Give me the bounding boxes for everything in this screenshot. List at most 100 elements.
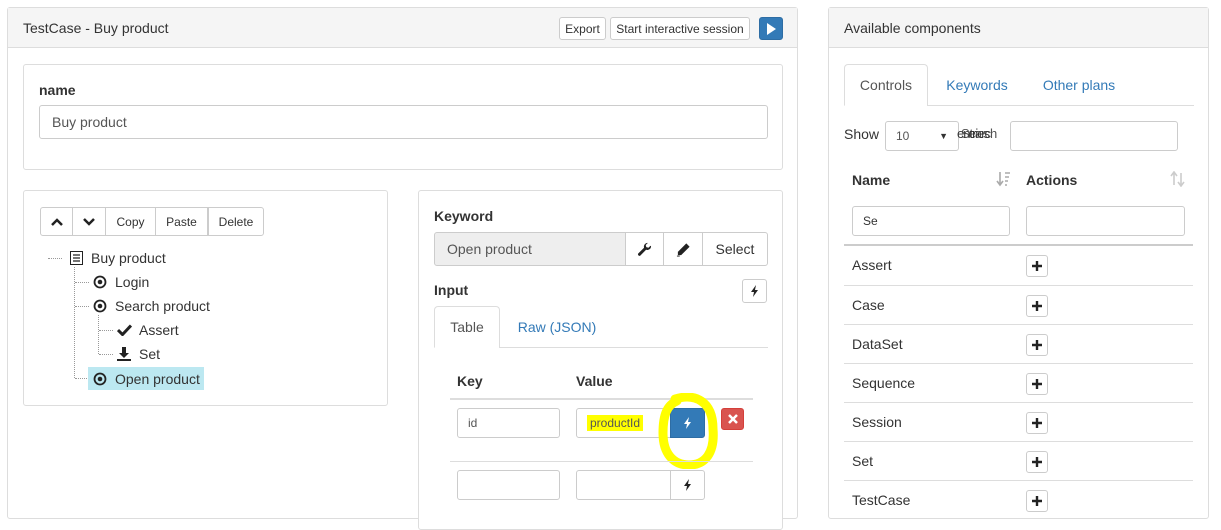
name-filter-input[interactable]: Se	[852, 206, 1010, 236]
chevron-up-icon	[50, 217, 63, 226]
tree-item-open-product[interactable]: Open product	[88, 367, 204, 390]
tree-label: Open product	[115, 370, 200, 387]
components-panel-heading: Available components	[829, 8, 1208, 48]
radio-dot-icon	[92, 299, 108, 313]
new-key-input[interactable]	[457, 470, 560, 500]
keyword-box: Keyword Open product Select Input Table …	[418, 190, 783, 530]
tree-box: Copy Paste Delete Buy product Login Sear…	[23, 190, 388, 406]
pencil-icon	[676, 242, 690, 257]
tree-item-assert[interactable]: Assert	[116, 319, 179, 341]
tab-other-plans[interactable]: Other plans	[1028, 64, 1130, 106]
download-icon	[116, 347, 132, 361]
keyword-input: Open product	[434, 232, 626, 266]
component-name: Set	[852, 453, 874, 469]
tab-keywords[interactable]: Keywords	[932, 64, 1022, 106]
key-input[interactable]: id	[457, 408, 560, 438]
tab-raw-json[interactable]: Raw (JSON)	[505, 306, 609, 348]
dynamic-input-button[interactable]	[742, 279, 767, 303]
panel-title: TestCase - Buy product	[23, 20, 169, 36]
export-button[interactable]: Export	[559, 17, 606, 40]
input-label: Input	[434, 282, 469, 298]
component-row: Case	[844, 285, 1193, 324]
remove-row-button[interactable]	[721, 408, 744, 430]
tree-item-set[interactable]: Set	[116, 343, 160, 365]
add-component-button[interactable]	[1026, 451, 1048, 473]
tree-label: Set	[139, 346, 161, 362]
tree-connector	[74, 267, 75, 378]
testcase-panel-heading: TestCase - Buy product Export Start inte…	[8, 8, 797, 48]
plus-icon	[1032, 457, 1042, 467]
play-icon	[767, 22, 776, 35]
component-row: DataSet	[844, 324, 1193, 363]
select-keyword-button[interactable]: Select	[702, 232, 768, 266]
plus-icon	[1032, 301, 1042, 311]
chevron-down-icon	[83, 217, 95, 226]
flash-icon	[683, 479, 691, 491]
plus-icon	[1032, 379, 1042, 389]
plus-icon	[1032, 261, 1042, 271]
page-size-select[interactable]: 10 ▼	[885, 121, 959, 151]
show-label: Show	[844, 126, 880, 142]
tree-item-login[interactable]: Login	[92, 271, 149, 293]
component-name: Sequence	[852, 375, 916, 391]
row-divider	[450, 461, 753, 462]
tree-item-root[interactable]: Buy product	[68, 247, 166, 269]
value-text: productId	[587, 415, 644, 431]
component-name: Session	[852, 414, 902, 430]
component-row: Assert	[844, 246, 1193, 285]
component-row: Session	[844, 402, 1193, 441]
add-component-button[interactable]	[1026, 490, 1048, 512]
new-value-input[interactable]	[576, 470, 671, 500]
move-up-button[interactable]	[40, 207, 73, 236]
actions-filter-input[interactable]	[1026, 206, 1185, 236]
new-dynamic-value-button[interactable]	[670, 470, 705, 500]
tree-connector	[48, 258, 62, 259]
tab-table[interactable]: Table	[434, 306, 500, 348]
paste-button[interactable]: Paste	[155, 207, 208, 236]
tree-connector	[99, 354, 113, 355]
tree-connector	[75, 282, 89, 283]
add-component-button[interactable]	[1026, 373, 1048, 395]
plus-icon	[1032, 418, 1042, 428]
key-column-header: Key	[457, 373, 483, 389]
search-input[interactable]	[1010, 121, 1178, 151]
add-component-button[interactable]	[1026, 334, 1048, 356]
components-panel: Available components Controls Keywords O…	[828, 7, 1209, 519]
tree-connector	[75, 378, 89, 379]
configure-keyword-button[interactable]	[625, 232, 664, 266]
component-name: DataSet	[852, 336, 903, 352]
play-button[interactable]	[759, 17, 783, 40]
sort-icon[interactable]	[1170, 171, 1186, 187]
edit-keyword-button[interactable]	[663, 232, 703, 266]
name-column-header[interactable]: Name	[852, 172, 890, 188]
component-row: Set	[844, 441, 1193, 480]
name-label: name	[39, 82, 76, 98]
tree-item-search-product[interactable]: Search product	[92, 295, 210, 317]
start-interactive-session-button[interactable]: Start interactive session	[610, 17, 750, 40]
sort-alpha-icon[interactable]	[996, 171, 1012, 187]
name-box: name Buy product	[23, 64, 783, 170]
tree-connector	[99, 330, 113, 331]
component-row: TestCase	[844, 480, 1193, 519]
component-name: Case	[852, 297, 885, 313]
plus-icon	[1032, 496, 1042, 506]
component-row: Sequence	[844, 363, 1193, 402]
add-component-button[interactable]	[1026, 412, 1048, 434]
delete-button[interactable]: Delete	[208, 207, 264, 236]
component-name: TestCase	[852, 492, 911, 508]
keyword-label: Keyword	[434, 208, 494, 224]
tree-label: Login	[115, 274, 150, 290]
testcase-panel: TestCase - Buy product Export Start inte…	[7, 7, 798, 530]
copy-button[interactable]: Copy	[105, 207, 156, 236]
list-icon	[68, 251, 84, 265]
name-input[interactable]: Buy product	[39, 105, 768, 139]
dropdown-arrow-icon: ▼	[939, 131, 948, 141]
radio-dot-icon	[92, 372, 108, 386]
tree-label: Assert	[139, 322, 179, 338]
actions-column-header[interactable]: Actions	[1026, 172, 1077, 188]
tree-connector	[98, 315, 99, 354]
move-down-button[interactable]	[72, 207, 106, 236]
add-component-button[interactable]	[1026, 255, 1048, 277]
add-component-button[interactable]	[1026, 295, 1048, 317]
tab-controls[interactable]: Controls	[844, 64, 928, 106]
